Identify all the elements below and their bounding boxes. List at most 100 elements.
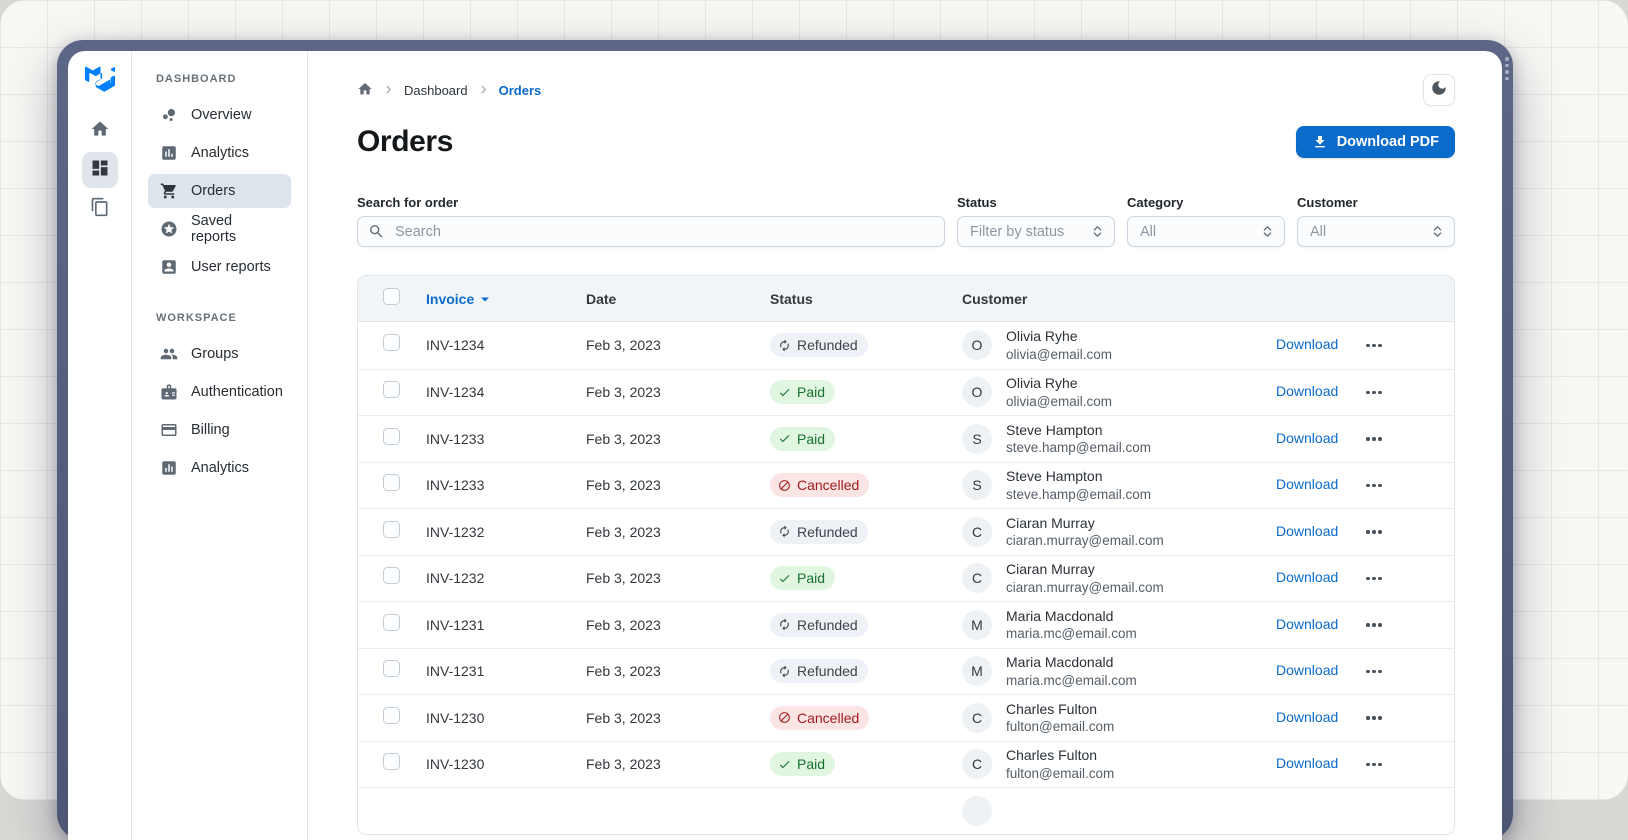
table-row[interactable]: [358, 787, 1454, 834]
icon-rail: [68, 51, 132, 840]
row-more-button[interactable]: [1364, 571, 1384, 587]
row-download-link[interactable]: Download: [1276, 569, 1338, 585]
row-download-link[interactable]: Download: [1276, 523, 1338, 539]
row-download-link[interactable]: Download: [1276, 383, 1338, 399]
row-download-link[interactable]: Download: [1276, 430, 1338, 446]
table-row[interactable]: INV-1234 Feb 3, 2023 Paid O Olivia Ryhe …: [358, 369, 1454, 416]
row-download-link[interactable]: Download: [1276, 476, 1338, 492]
row-download-link[interactable]: Download: [1276, 616, 1338, 632]
sidebar-item-billing[interactable]: Billing: [148, 413, 291, 447]
status-badge: Paid: [770, 380, 835, 404]
customer-email: fulton@email.com: [1006, 765, 1114, 783]
row-download-link[interactable]: Download: [1276, 709, 1338, 725]
row-more-button[interactable]: [1364, 710, 1384, 726]
table-row[interactable]: INV-1233 Feb 3, 2023 Cancelled S Steve H…: [358, 462, 1454, 509]
customer-name: Maria Macdonald: [1006, 607, 1137, 625]
select-all-checkbox[interactable]: [383, 288, 400, 305]
row-more-button[interactable]: [1364, 431, 1384, 447]
sidebar-nav: DASHBOARD Overview Analytics Orders Save…: [132, 51, 308, 840]
check-icon: [778, 432, 791, 445]
nav-item-label: Saved reports: [191, 213, 279, 245]
rail-dashboard-button[interactable]: [82, 152, 118, 188]
sidebar-item-analytics[interactable]: Analytics: [148, 451, 291, 485]
status-badge: Refunded: [770, 659, 868, 683]
customer-name: Maria Macdonald: [1006, 653, 1137, 671]
row-more-button[interactable]: [1364, 524, 1384, 540]
theme-toggle-button[interactable]: [1423, 74, 1455, 106]
row-checkbox[interactable]: [383, 567, 400, 584]
main-content: Dashboard Orders Orders Download PDF: [308, 51, 1502, 840]
row-checkbox[interactable]: [383, 521, 400, 538]
sidebar-item-authentication[interactable]: Authentication: [148, 375, 291, 409]
breadcrumb-orders[interactable]: Orders: [499, 83, 542, 98]
row-checkbox[interactable]: [383, 614, 400, 631]
rail-home-button[interactable]: [82, 113, 118, 149]
check-icon: [778, 572, 791, 585]
row-download-link[interactable]: Download: [1276, 336, 1338, 352]
nav-section-label: WORKSPACE: [156, 312, 307, 324]
orders-table: Invoice Date Status Customer INV-1234 Fe…: [357, 275, 1455, 835]
table-row[interactable]: INV-1234 Feb 3, 2023 Refunded O Olivia R…: [358, 322, 1454, 369]
mui-logo[interactable]: [84, 66, 116, 95]
category-select[interactable]: All: [1127, 216, 1285, 247]
row-download-link[interactable]: Download: [1276, 755, 1338, 771]
invoice-cell: INV-1230: [426, 756, 586, 772]
table-row[interactable]: INV-1230 Feb 3, 2023 Paid C Charles Fult…: [358, 741, 1454, 788]
customer-name: Ciaran Murray: [1006, 514, 1164, 532]
sidebar-item-analytics[interactable]: Analytics: [148, 136, 291, 170]
table-row[interactable]: INV-1231 Feb 3, 2023 Refunded M Maria Ma…: [358, 648, 1454, 695]
sidebar-item-user-reports[interactable]: User reports: [148, 250, 291, 284]
avatar: C: [962, 563, 992, 593]
customer-select[interactable]: All: [1297, 216, 1455, 247]
row-download-link[interactable]: Download: [1276, 662, 1338, 678]
autorenew-icon: [778, 339, 791, 352]
row-more-button[interactable]: [1364, 385, 1384, 401]
row-checkbox[interactable]: [383, 381, 400, 398]
status-badge: Refunded: [770, 520, 868, 544]
row-more-button[interactable]: [1364, 478, 1384, 494]
table-row[interactable]: INV-1231 Feb 3, 2023 Refunded M Maria Ma…: [358, 601, 1454, 648]
row-checkbox[interactable]: [383, 428, 400, 445]
search-input[interactable]: [393, 223, 934, 241]
people-icon: [160, 345, 178, 363]
table-body: INV-1234 Feb 3, 2023 Refunded O Olivia R…: [358, 322, 1454, 834]
row-more-button[interactable]: [1364, 338, 1384, 354]
row-more-button[interactable]: [1364, 664, 1384, 680]
row-more-button[interactable]: [1364, 617, 1384, 633]
category-select-value: All: [1140, 224, 1156, 240]
table-row[interactable]: INV-1230 Feb 3, 2023 Cancelled C Charles…: [358, 694, 1454, 741]
row-checkbox[interactable]: [383, 660, 400, 677]
avatar: C: [962, 749, 992, 779]
status-filter: Status Filter by status: [957, 195, 1115, 247]
customer-email: steve.hamp@email.com: [1006, 486, 1151, 504]
customer-name: Charles Fulton: [1006, 700, 1114, 718]
row-checkbox[interactable]: [383, 753, 400, 770]
row-checkbox[interactable]: [383, 707, 400, 724]
table-row[interactable]: INV-1232 Feb 3, 2023 Paid C Ciaran Murra…: [358, 555, 1454, 602]
layers-icon: [90, 197, 110, 222]
breadcrumb-home-icon[interactable]: [357, 81, 373, 100]
sidebar-item-orders[interactable]: Orders: [148, 174, 291, 208]
row-more-button[interactable]: [1364, 757, 1384, 773]
row-checkbox[interactable]: [383, 474, 400, 491]
autorenew-icon: [778, 525, 791, 538]
download-pdf-button[interactable]: Download PDF: [1296, 126, 1455, 158]
bar-chart-icon: [160, 144, 178, 162]
nav-item-label: Analytics: [191, 145, 249, 161]
sidebar-item-groups[interactable]: Groups: [148, 337, 291, 371]
column-header-invoice[interactable]: Invoice: [426, 291, 586, 307]
status-select[interactable]: Filter by status: [957, 216, 1115, 247]
rail-layers-button[interactable]: [82, 191, 118, 227]
title-row: Orders Download PDF: [357, 125, 1455, 159]
breadcrumb-dashboard[interactable]: Dashboard: [404, 83, 468, 98]
star-circle-icon: [160, 220, 178, 238]
chevron-right-icon: [383, 83, 394, 98]
window-scrollbar-dots[interactable]: [1504, 57, 1510, 80]
credit-card-icon: [160, 421, 178, 439]
row-checkbox[interactable]: [383, 334, 400, 351]
invoice-cell: INV-1233: [426, 431, 586, 447]
sidebar-item-saved-reports[interactable]: Saved reports: [148, 212, 291, 246]
sidebar-item-overview[interactable]: Overview: [148, 98, 291, 132]
table-row[interactable]: INV-1232 Feb 3, 2023 Refunded C Ciaran M…: [358, 508, 1454, 555]
table-row[interactable]: INV-1233 Feb 3, 2023 Paid S Steve Hampto…: [358, 415, 1454, 462]
